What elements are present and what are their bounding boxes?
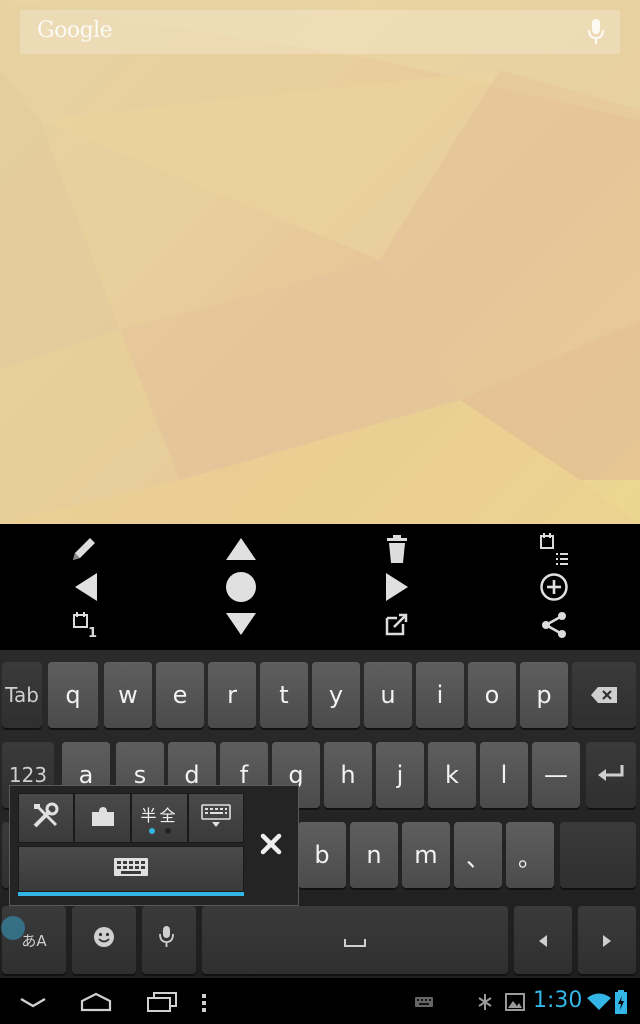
emoji-icon bbox=[93, 926, 115, 954]
key-t[interactable]: t bbox=[260, 662, 308, 728]
date-list-icon[interactable] bbox=[536, 530, 572, 568]
key-m[interactable]: m bbox=[402, 822, 450, 888]
hide-keyboard-icon[interactable] bbox=[14, 990, 52, 1016]
key-emoji[interactable] bbox=[72, 906, 136, 974]
bluetooth-icon bbox=[474, 990, 496, 1014]
arrow-left-icon[interactable] bbox=[68, 570, 104, 604]
google-search-bar[interactable]: Google bbox=[20, 10, 620, 54]
key-p[interactable]: p bbox=[520, 662, 568, 728]
key-o[interactable]: o bbox=[468, 662, 516, 728]
plugin-button[interactable] bbox=[74, 793, 131, 843]
tools-icon bbox=[32, 802, 60, 834]
key-period-jp[interactable]: 。 bbox=[506, 822, 554, 888]
keyboard-layout-button[interactable] bbox=[188, 793, 244, 843]
arrow-down-icon[interactable] bbox=[222, 608, 260, 640]
key-enter[interactable] bbox=[586, 742, 636, 808]
home-icon[interactable] bbox=[76, 988, 116, 1016]
backspace-icon bbox=[591, 681, 617, 709]
key-q[interactable]: q bbox=[48, 662, 98, 728]
battery-icon bbox=[612, 988, 630, 1016]
edit-export-icon[interactable] bbox=[380, 608, 414, 640]
keyboard-status-icon bbox=[412, 994, 436, 1010]
add-circle-icon[interactable] bbox=[536, 570, 572, 604]
keyboard-switch-button[interactable] bbox=[18, 846, 244, 892]
key-n[interactable]: n bbox=[350, 822, 398, 888]
date-icon-badge: 1 bbox=[88, 626, 98, 641]
key-y[interactable]: y bbox=[312, 662, 360, 728]
key-shift-right[interactable] bbox=[560, 822, 636, 888]
key-comma-jp[interactable]: 、 bbox=[454, 822, 502, 888]
key-i[interactable]: i bbox=[416, 662, 464, 728]
share-icon[interactable] bbox=[536, 608, 572, 642]
selected-indicator bbox=[18, 892, 244, 896]
enter-icon bbox=[598, 761, 624, 789]
ime-mode-label: あA bbox=[21, 931, 47, 950]
microphone-icon[interactable] bbox=[588, 19, 604, 49]
width-toggle-indicator bbox=[148, 828, 171, 834]
wifi-icon bbox=[586, 990, 612, 1014]
key-cursor-right[interactable] bbox=[578, 906, 636, 974]
key-cursor-left[interactable] bbox=[514, 906, 572, 974]
microphone-icon bbox=[159, 924, 179, 956]
trash-icon[interactable] bbox=[380, 532, 414, 566]
key-h[interactable]: h bbox=[324, 742, 372, 808]
key-u[interactable]: u bbox=[364, 662, 412, 728]
keyboard-hide-icon bbox=[201, 804, 231, 832]
key-ime-switch[interactable]: あA bbox=[1, 906, 66, 974]
key-voice[interactable] bbox=[142, 906, 196, 974]
key-l[interactable]: l bbox=[480, 742, 528, 808]
keyboard-icon bbox=[113, 857, 149, 881]
space-icon bbox=[344, 926, 366, 954]
circle-select-icon[interactable] bbox=[222, 570, 260, 604]
arrow-up-icon[interactable] bbox=[222, 534, 260, 564]
status-clock: 1:30 bbox=[533, 988, 583, 1013]
pencil-icon[interactable] bbox=[66, 532, 102, 566]
key-e[interactable]: e bbox=[156, 662, 204, 728]
key-tab[interactable]: Tab bbox=[2, 662, 42, 728]
menu-icon[interactable] bbox=[196, 990, 212, 1016]
key-dash[interactable]: — bbox=[532, 742, 580, 808]
image-icon bbox=[502, 990, 528, 1014]
wallpaper bbox=[0, 0, 640, 524]
key-r[interactable]: r bbox=[208, 662, 256, 728]
recent-apps-icon[interactable] bbox=[142, 988, 182, 1016]
key-k[interactable]: k bbox=[428, 742, 476, 808]
key-space[interactable] bbox=[202, 906, 508, 974]
width-toggle-button[interactable]: 半全 bbox=[131, 793, 188, 843]
google-logo: Google bbox=[37, 18, 113, 43]
close-icon[interactable] bbox=[256, 829, 286, 859]
key-w[interactable]: w bbox=[104, 662, 152, 728]
settings-button[interactable] bbox=[18, 793, 74, 843]
chevron-right-icon bbox=[602, 926, 612, 954]
key-j[interactable]: j bbox=[376, 742, 424, 808]
puzzle-icon bbox=[90, 804, 116, 832]
key-b[interactable]: b bbox=[298, 822, 346, 888]
key-backspace[interactable] bbox=[572, 662, 636, 728]
width-toggle-label: 半全 bbox=[140, 806, 179, 825]
chevron-left-icon bbox=[538, 926, 548, 954]
arrow-right-icon[interactable] bbox=[380, 570, 414, 604]
